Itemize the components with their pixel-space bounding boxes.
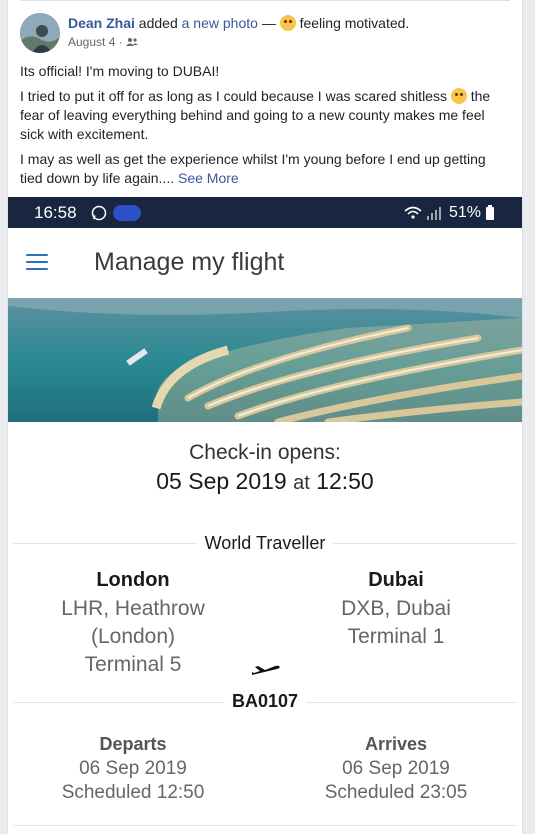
action-text: added xyxy=(138,15,178,31)
whatsapp-icon xyxy=(91,205,107,226)
facebook-post-card: Dean Zhai added a new photo — feeling mo… xyxy=(7,0,523,834)
origin-airport-city: (London) xyxy=(90,625,176,648)
smiling-emoji-icon xyxy=(279,15,296,31)
see-more-link[interactable]: See More xyxy=(178,170,239,186)
wifi-signal-icon xyxy=(403,205,443,226)
post-date-link[interactable]: August 4 xyxy=(68,35,115,49)
app-header: Manage my flight xyxy=(8,228,522,298)
flight-number-label: BA0107 xyxy=(223,691,307,711)
origin-airport: LHR, Heathrow xyxy=(61,597,205,620)
post-paragraph: Its official! I'm moving to DUBAI! xyxy=(20,63,220,79)
destination-details: DXB, Dubai Terminal 1 xyxy=(286,595,506,651)
post-paragraph: I may as well as get the experience whil… xyxy=(20,150,510,188)
arrives-date: 06 Sep 2019 xyxy=(342,758,450,779)
destination-city: Dubai xyxy=(368,569,424,591)
battery-icon xyxy=(486,205,494,225)
redacted-notification-icon xyxy=(113,205,141,221)
post-paragraph-text: I may as well as get the experience whil… xyxy=(20,151,486,186)
hamburger-menu-icon[interactable] xyxy=(26,254,48,271)
post-paragraph-text: I tried to put it off for as long as I c… xyxy=(20,88,447,104)
feeling-text: feeling motivated. xyxy=(299,15,410,31)
post-paragraph: I tried to put it off for as long as I c… xyxy=(20,87,510,144)
airplane-icon xyxy=(251,663,281,682)
destination-terminal: Terminal 1 xyxy=(347,625,445,648)
departs-scheduled: Scheduled 12:50 xyxy=(61,782,205,803)
post-body: Its official! I'm moving to DUBAI! I tri… xyxy=(20,62,510,194)
bottom-divider xyxy=(13,825,517,826)
checkin-datetime: 05 Sep 2019 at 12:50 xyxy=(8,468,522,495)
departs-date: 06 Sep 2019 xyxy=(79,758,187,779)
post-header-line: Dean Zhai added a new photo — feeling mo… xyxy=(68,15,409,31)
arrives-info: 06 Sep 2019 Scheduled 23:05 xyxy=(286,757,506,805)
checkin-date: 05 Sep 2019 xyxy=(156,468,287,494)
checkin-time: 12:50 xyxy=(316,468,374,494)
post-meta: August 4 · xyxy=(68,35,139,49)
origin-details: LHR, Heathrow (London) Terminal 5 xyxy=(23,595,243,679)
author-avatar[interactable] xyxy=(20,13,60,53)
author-name-link[interactable]: Dean Zhai xyxy=(68,15,135,31)
friends-audience-icon[interactable] xyxy=(126,35,139,49)
departs-info: 06 Sep 2019 Scheduled 12:50 xyxy=(23,757,243,805)
meta-separator: · xyxy=(118,35,123,49)
checkin-label: Check-in opens: xyxy=(189,441,341,464)
destination-airport: DXB, Dubai xyxy=(341,597,451,620)
origin-terminal: Terminal 5 xyxy=(84,653,182,676)
cabin-class-label: World Traveller xyxy=(196,533,334,553)
departs-label: Departs xyxy=(99,734,167,754)
origin-city: London xyxy=(96,569,170,591)
flight-number: BA0107 xyxy=(8,691,522,712)
battery-percent: 51% xyxy=(449,204,482,221)
arrives-label: Arrives xyxy=(364,734,428,754)
checkin-at: at xyxy=(293,472,310,494)
cabin-class: World Traveller xyxy=(8,533,522,554)
status-time: 16:58 xyxy=(34,203,77,222)
arrives-scheduled: Scheduled 23:05 xyxy=(324,782,468,803)
post-photo-screenshot[interactable]: 16:58 51% Manage my flight Check-in open… xyxy=(8,197,522,834)
new-photo-link[interactable]: a new photo xyxy=(182,15,258,31)
dubai-palm-banner-image xyxy=(8,298,522,422)
grinning-emoji-icon xyxy=(450,88,467,104)
phone-status-bar: 16:58 51% xyxy=(8,197,522,228)
dash-separator: — xyxy=(261,15,276,31)
card-top-border xyxy=(20,0,510,1)
app-page-title: Manage my flight xyxy=(94,248,285,276)
